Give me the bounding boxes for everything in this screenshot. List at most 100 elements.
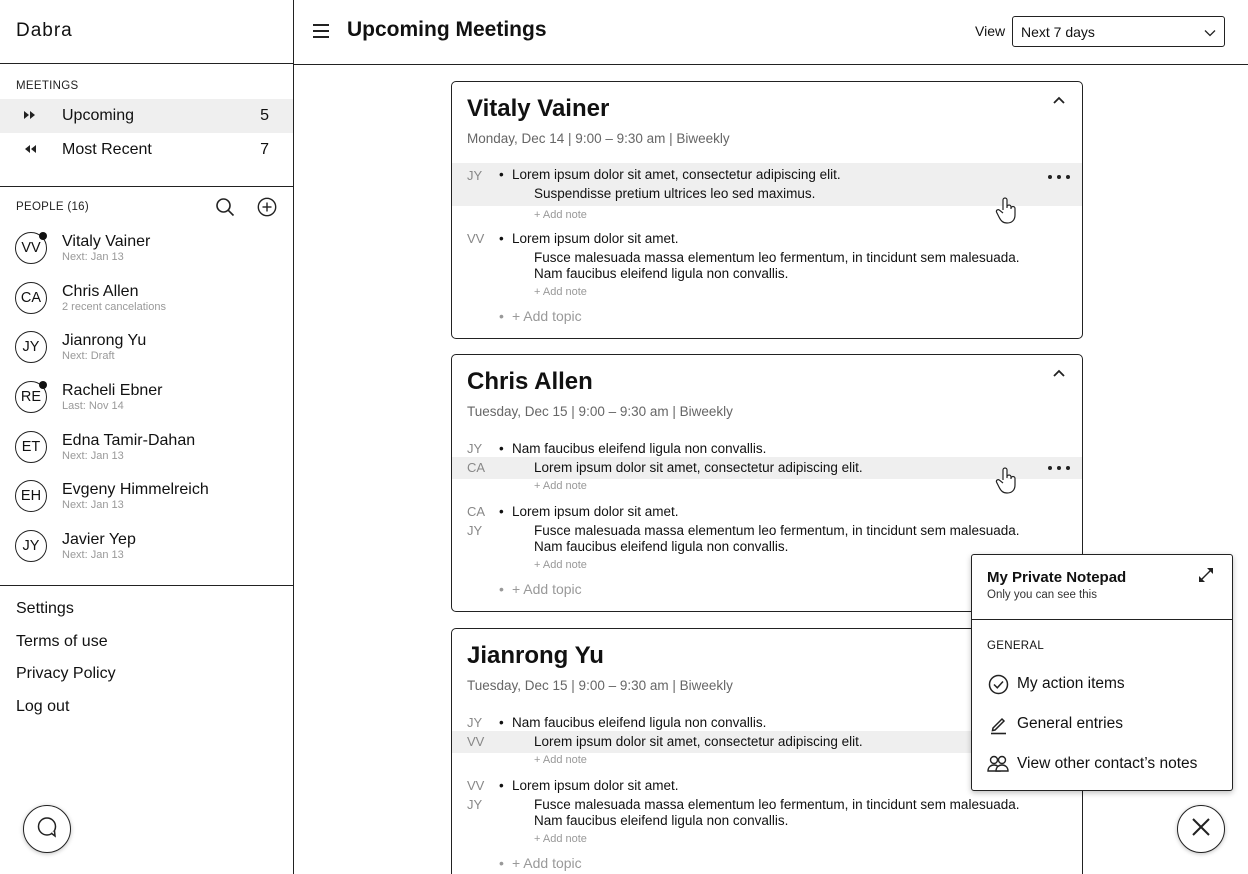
view-label: View (975, 23, 1006, 39)
chevron-up-icon[interactable] (1051, 365, 1067, 381)
avatar-initials: JY (22, 339, 40, 356)
topic-author: JY (467, 441, 483, 456)
person-item[interactable]: CA Chris Allen 2 recent cancelations (0, 273, 293, 323)
nav-count: 5 (260, 107, 269, 124)
note-author: VV (467, 734, 485, 749)
person-status: Next: Draft (62, 350, 115, 363)
notepad-subtitle: Only you can see this (987, 589, 1097, 601)
person-info: Evgeny Himmelreich Next: Jan 13 (62, 480, 209, 512)
topic-author: VV (467, 778, 485, 793)
people-section-title: PEOPLE (16) (16, 201, 89, 213)
people-list: VV Vitaly Vainer Next: Jan 13 CA Chris Allen… (0, 223, 293, 571)
avatar-initials: EH (20, 488, 42, 505)
sidebar: Dabra MEETINGS Upcoming 5 Most Recent 7 … (0, 0, 294, 874)
avatar: EH (15, 480, 47, 513)
chat-button[interactable] (23, 805, 71, 853)
hamburger-menu-icon[interactable] (313, 24, 329, 38)
more-options-icon[interactable] (1048, 464, 1070, 472)
notepad-header: My Private Notepad Only you can see this (972, 555, 1232, 620)
nav-item-upcoming[interactable]: Upcoming 5 (0, 99, 293, 133)
meetings-section: MEETINGS Upcoming 5 Most Recent 7 (0, 64, 293, 187)
view-other-notes-item[interactable]: View other contact’s notes (972, 744, 1232, 784)
unread-dot (39, 231, 47, 240)
sidebar-links: Settings Terms of use Privacy Policy Log… (0, 586, 293, 729)
log-out-link[interactable]: Log out (0, 697, 293, 730)
person-item[interactable]: JY Jianrong Yu Next: Draft (0, 322, 293, 372)
topic-text: Lorem ipsum dolor sit amet. (499, 231, 679, 246)
more-options-icon[interactable] (1048, 173, 1070, 181)
person-name: Jianrong Yu (62, 332, 147, 350)
note-author: JY (467, 523, 483, 538)
add-person-icon[interactable] (257, 197, 277, 217)
view-select[interactable]: Next 7 days (1012, 16, 1225, 47)
add-note-link[interactable]: + Add note (534, 833, 587, 845)
unread-dot (39, 380, 47, 389)
my-action-items-item[interactable]: My action items (972, 664, 1232, 704)
expand-icon[interactable] (1196, 565, 1216, 585)
notepad-item-label: General entries (1017, 715, 1123, 732)
meeting-person-name[interactable]: Jianrong Yu (467, 642, 604, 670)
person-status: Last: Nov 14 (62, 399, 124, 412)
notepad-item-label: My action items (1017, 675, 1125, 692)
app-logo[interactable]: Dabra (0, 0, 293, 64)
person-name: Chris Allen (62, 282, 139, 300)
people-section: PEOPLE (16) VV Vitaly Vainer Next: Jan 13 C… (0, 187, 293, 586)
meeting-person-name[interactable]: Chris Allen (467, 368, 593, 396)
topic-author: VV (467, 231, 485, 246)
person-item[interactable]: VV Vitaly Vainer Next: Jan 13 (0, 223, 293, 273)
person-name: Javier Yep (62, 530, 136, 548)
topic-row[interactable]: JY Lorem ipsum dolor sit amet, consectet… (452, 163, 1082, 206)
meeting-card: Vitaly Vainer Monday, Dec 14 | 9:00 – 9:… (451, 81, 1083, 339)
add-topic-link[interactable]: + Add topic (499, 581, 582, 597)
search-icon[interactable] (215, 197, 235, 217)
view-select-value: Next 7 days (1021, 23, 1095, 40)
meeting-person-name[interactable]: Vitaly Vainer (467, 95, 609, 123)
note-text: Lorem ipsum dolor sit amet, consectetur … (534, 460, 863, 475)
topic-author: JY (467, 715, 483, 730)
person-status: Next: Jan 13 (62, 449, 124, 462)
person-item[interactable]: EH Evgeny Himmelreich Next: Jan 13 (0, 471, 293, 521)
general-entries-item[interactable]: General entries (972, 704, 1232, 744)
person-item[interactable]: JY Javier Yep Next: Jan 13 (0, 521, 293, 571)
close-icon (1190, 816, 1212, 843)
private-notepad-panel: My Private Notepad Only you can see this… (971, 554, 1233, 791)
person-item[interactable]: RE Racheli Ebner Last: Nov 14 (0, 372, 293, 422)
add-topic-link[interactable]: + Add topic (499, 308, 582, 324)
chevron-up-icon[interactable] (1051, 92, 1067, 108)
pencil-icon (987, 713, 1009, 735)
add-topic-link[interactable]: + Add topic (499, 855, 582, 871)
add-note-link[interactable]: + Add note (534, 754, 587, 766)
topic-text: Lorem ipsum dolor sit amet, consectetur … (499, 167, 841, 182)
close-notepad-button[interactable] (1177, 805, 1225, 853)
note-row[interactable]: CA Lorem ipsum dolor sit amet, consectet… (452, 457, 1082, 479)
notepad-item-label: View other contact’s notes (1017, 755, 1198, 772)
terms-of-use-link[interactable]: Terms of use (0, 632, 293, 665)
add-note-link[interactable]: + Add note (534, 286, 587, 298)
meeting-meta: Monday, Dec 14 | 9:00 – 9:30 am | Biweek… (467, 131, 730, 146)
note-author: JY (467, 797, 483, 812)
pointer-hand-icon (995, 466, 1019, 494)
fast-forward-icon (22, 109, 62, 124)
nav-item-most-recent[interactable]: Most Recent 7 (0, 133, 293, 167)
topic-author: JY (467, 168, 483, 183)
avatar: CA (15, 281, 47, 314)
meeting-meta: Tuesday, Dec 15 | 9:00 – 9:30 am | Biwee… (467, 404, 733, 419)
person-status: Next: Jan 13 (62, 250, 124, 263)
person-status: 2 recent cancelations (62, 300, 166, 313)
top-header: Upcoming Meetings View Next 7 days (294, 0, 1248, 65)
note-text: Fusce malesuada massa elementum leo ferm… (534, 523, 1020, 538)
add-note-link[interactable]: + Add note (534, 209, 587, 221)
note-text: Nam faucibus eleifend ligula non convall… (534, 813, 789, 828)
nav-label: Upcoming (62, 107, 135, 124)
settings-link[interactable]: Settings (0, 599, 293, 632)
privacy-policy-link[interactable]: Privacy Policy (0, 664, 293, 697)
person-info: Chris Allen 2 recent cancelations (62, 282, 166, 314)
person-item[interactable]: ET Edna Tamir-Dahan Next: Jan 13 (0, 422, 293, 472)
avatar: JY (15, 331, 47, 364)
topic-text: Nam faucibus eleifend ligula non convall… (499, 715, 766, 730)
person-status: Next: Jan 13 (62, 499, 124, 512)
add-note-link[interactable]: + Add note (534, 480, 587, 492)
note-text: Fusce malesuada massa elementum leo ferm… (534, 250, 1020, 265)
person-info: Jianrong Yu Next: Draft (62, 331, 146, 363)
add-note-link[interactable]: + Add note (534, 559, 587, 571)
